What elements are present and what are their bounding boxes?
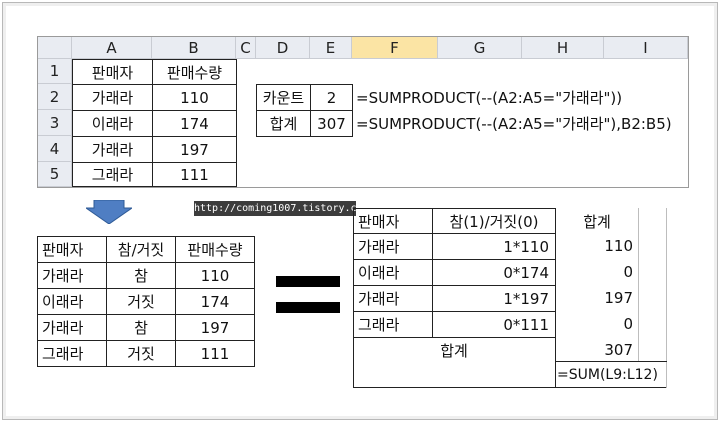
row-header-4[interactable]: 4 bbox=[38, 136, 72, 162]
row-header-5[interactable]: 5 bbox=[38, 162, 72, 187]
row-header-1[interactable]: 1 bbox=[38, 59, 72, 84]
cell-b1[interactable]: 판매수량 bbox=[152, 59, 237, 85]
column-header-g[interactable]: G bbox=[438, 37, 522, 59]
right-header-truefalse: 참(1)/거짓(0) bbox=[432, 208, 556, 234]
cell-a2[interactable]: 가래라 bbox=[72, 84, 153, 111]
left-header-seller: 판매자 bbox=[37, 236, 107, 263]
column-header-e[interactable]: E bbox=[310, 37, 352, 59]
left-cell: 111 bbox=[175, 340, 255, 367]
left-cell: 174 bbox=[175, 288, 255, 315]
column-header-a[interactable]: A bbox=[72, 37, 152, 59]
right-cell: 1*197 bbox=[432, 285, 556, 312]
cell-a5[interactable]: 그래라 bbox=[72, 162, 153, 187]
table-row: 이래라 거짓 174 bbox=[37, 288, 255, 315]
right-cell: 그래라 bbox=[353, 311, 433, 338]
left-cell: 가래라 bbox=[37, 262, 107, 289]
cell-e3[interactable]: 307 bbox=[310, 110, 353, 137]
spreadsheet: A B C D E F G H I 1 2 3 4 5 판매자 판매수량 가래라… bbox=[37, 36, 689, 188]
left-header-truefalse: 참/거짓 bbox=[106, 236, 176, 263]
column-header-h[interactable]: H bbox=[522, 37, 604, 59]
column-header-c[interactable]: C bbox=[236, 37, 256, 59]
right-cell: 이래라 bbox=[353, 259, 433, 286]
column-header-b[interactable]: B bbox=[152, 37, 236, 59]
right-total-value: 307 bbox=[604, 341, 633, 359]
right-cell: 1*110 bbox=[432, 233, 556, 260]
left-cell: 거짓 bbox=[106, 288, 176, 315]
left-cell: 이래라 bbox=[37, 288, 107, 315]
table-row: 가래라 참 197 bbox=[37, 314, 255, 341]
select-all-corner[interactable] bbox=[38, 37, 72, 59]
column-header-f[interactable]: F bbox=[352, 37, 438, 59]
column-header-i[interactable]: I bbox=[604, 37, 688, 59]
right-table: 판매자 참(1)/거짓(0) 합계 가래라 1*110 110 이래라 0*17… bbox=[353, 208, 667, 388]
cell-b2[interactable]: 110 bbox=[152, 84, 237, 111]
cell-a4[interactable]: 가래라 bbox=[72, 136, 153, 163]
cell-b5[interactable]: 111 bbox=[152, 162, 237, 187]
right-cell: 0*111 bbox=[432, 311, 556, 338]
left-header-qty: 판매수량 bbox=[175, 236, 255, 263]
cell-a1[interactable]: 판매자 bbox=[72, 59, 153, 85]
right-total-label: 합계 bbox=[440, 341, 468, 360]
right-cell: 가래라 bbox=[353, 285, 433, 312]
left-table: 판매자 참/거짓 판매수량 가래라 참 110 이래라 거짓 174 가래라 참… bbox=[37, 236, 255, 367]
right-header-total: 합계 bbox=[583, 212, 611, 231]
left-cell: 197 bbox=[175, 314, 255, 341]
cell-f3-formula[interactable]: =SUMPRODUCT(--(A2:A5="가래라"),B2:B5) bbox=[352, 110, 688, 136]
table-row: 가래라 참 110 bbox=[37, 262, 255, 289]
right-cell: 110 bbox=[604, 237, 633, 255]
cell-d2[interactable]: 카운트 bbox=[256, 84, 311, 111]
left-cell: 참 bbox=[106, 314, 176, 341]
cell-a3[interactable]: 이래라 bbox=[72, 110, 153, 137]
table-row: 그래라 거짓 111 bbox=[37, 340, 255, 367]
cell-d3[interactable]: 합계 bbox=[256, 110, 311, 137]
left-cell: 가래라 bbox=[37, 314, 107, 341]
cell-f2-formula[interactable]: =SUMPRODUCT(--(A2:A5="가래라")) bbox=[352, 84, 688, 110]
column-header-d[interactable]: D bbox=[256, 37, 310, 59]
left-cell: 참 bbox=[106, 262, 176, 289]
right-cell: 0 bbox=[623, 263, 633, 281]
cell-b3[interactable]: 174 bbox=[152, 110, 237, 137]
row-header-3[interactable]: 3 bbox=[38, 110, 72, 136]
down-arrow-icon bbox=[86, 200, 132, 224]
right-total-formula: =SUM(L9:L12) bbox=[557, 366, 658, 383]
right-cell: 197 bbox=[604, 289, 633, 307]
right-header-seller: 판매자 bbox=[353, 208, 433, 234]
right-cell: 0 bbox=[623, 315, 633, 333]
left-cell: 110 bbox=[175, 262, 255, 289]
cell-e2[interactable]: 2 bbox=[310, 84, 353, 111]
right-cell: 0*174 bbox=[432, 259, 556, 286]
left-cell: 거짓 bbox=[106, 340, 176, 367]
left-cell: 그래라 bbox=[37, 340, 107, 367]
cell-b4[interactable]: 197 bbox=[152, 136, 237, 163]
url-watermark: http://coming1007.tistory.com bbox=[194, 201, 369, 216]
right-cell: 가래라 bbox=[353, 233, 433, 260]
row-header-2[interactable]: 2 bbox=[38, 84, 72, 110]
